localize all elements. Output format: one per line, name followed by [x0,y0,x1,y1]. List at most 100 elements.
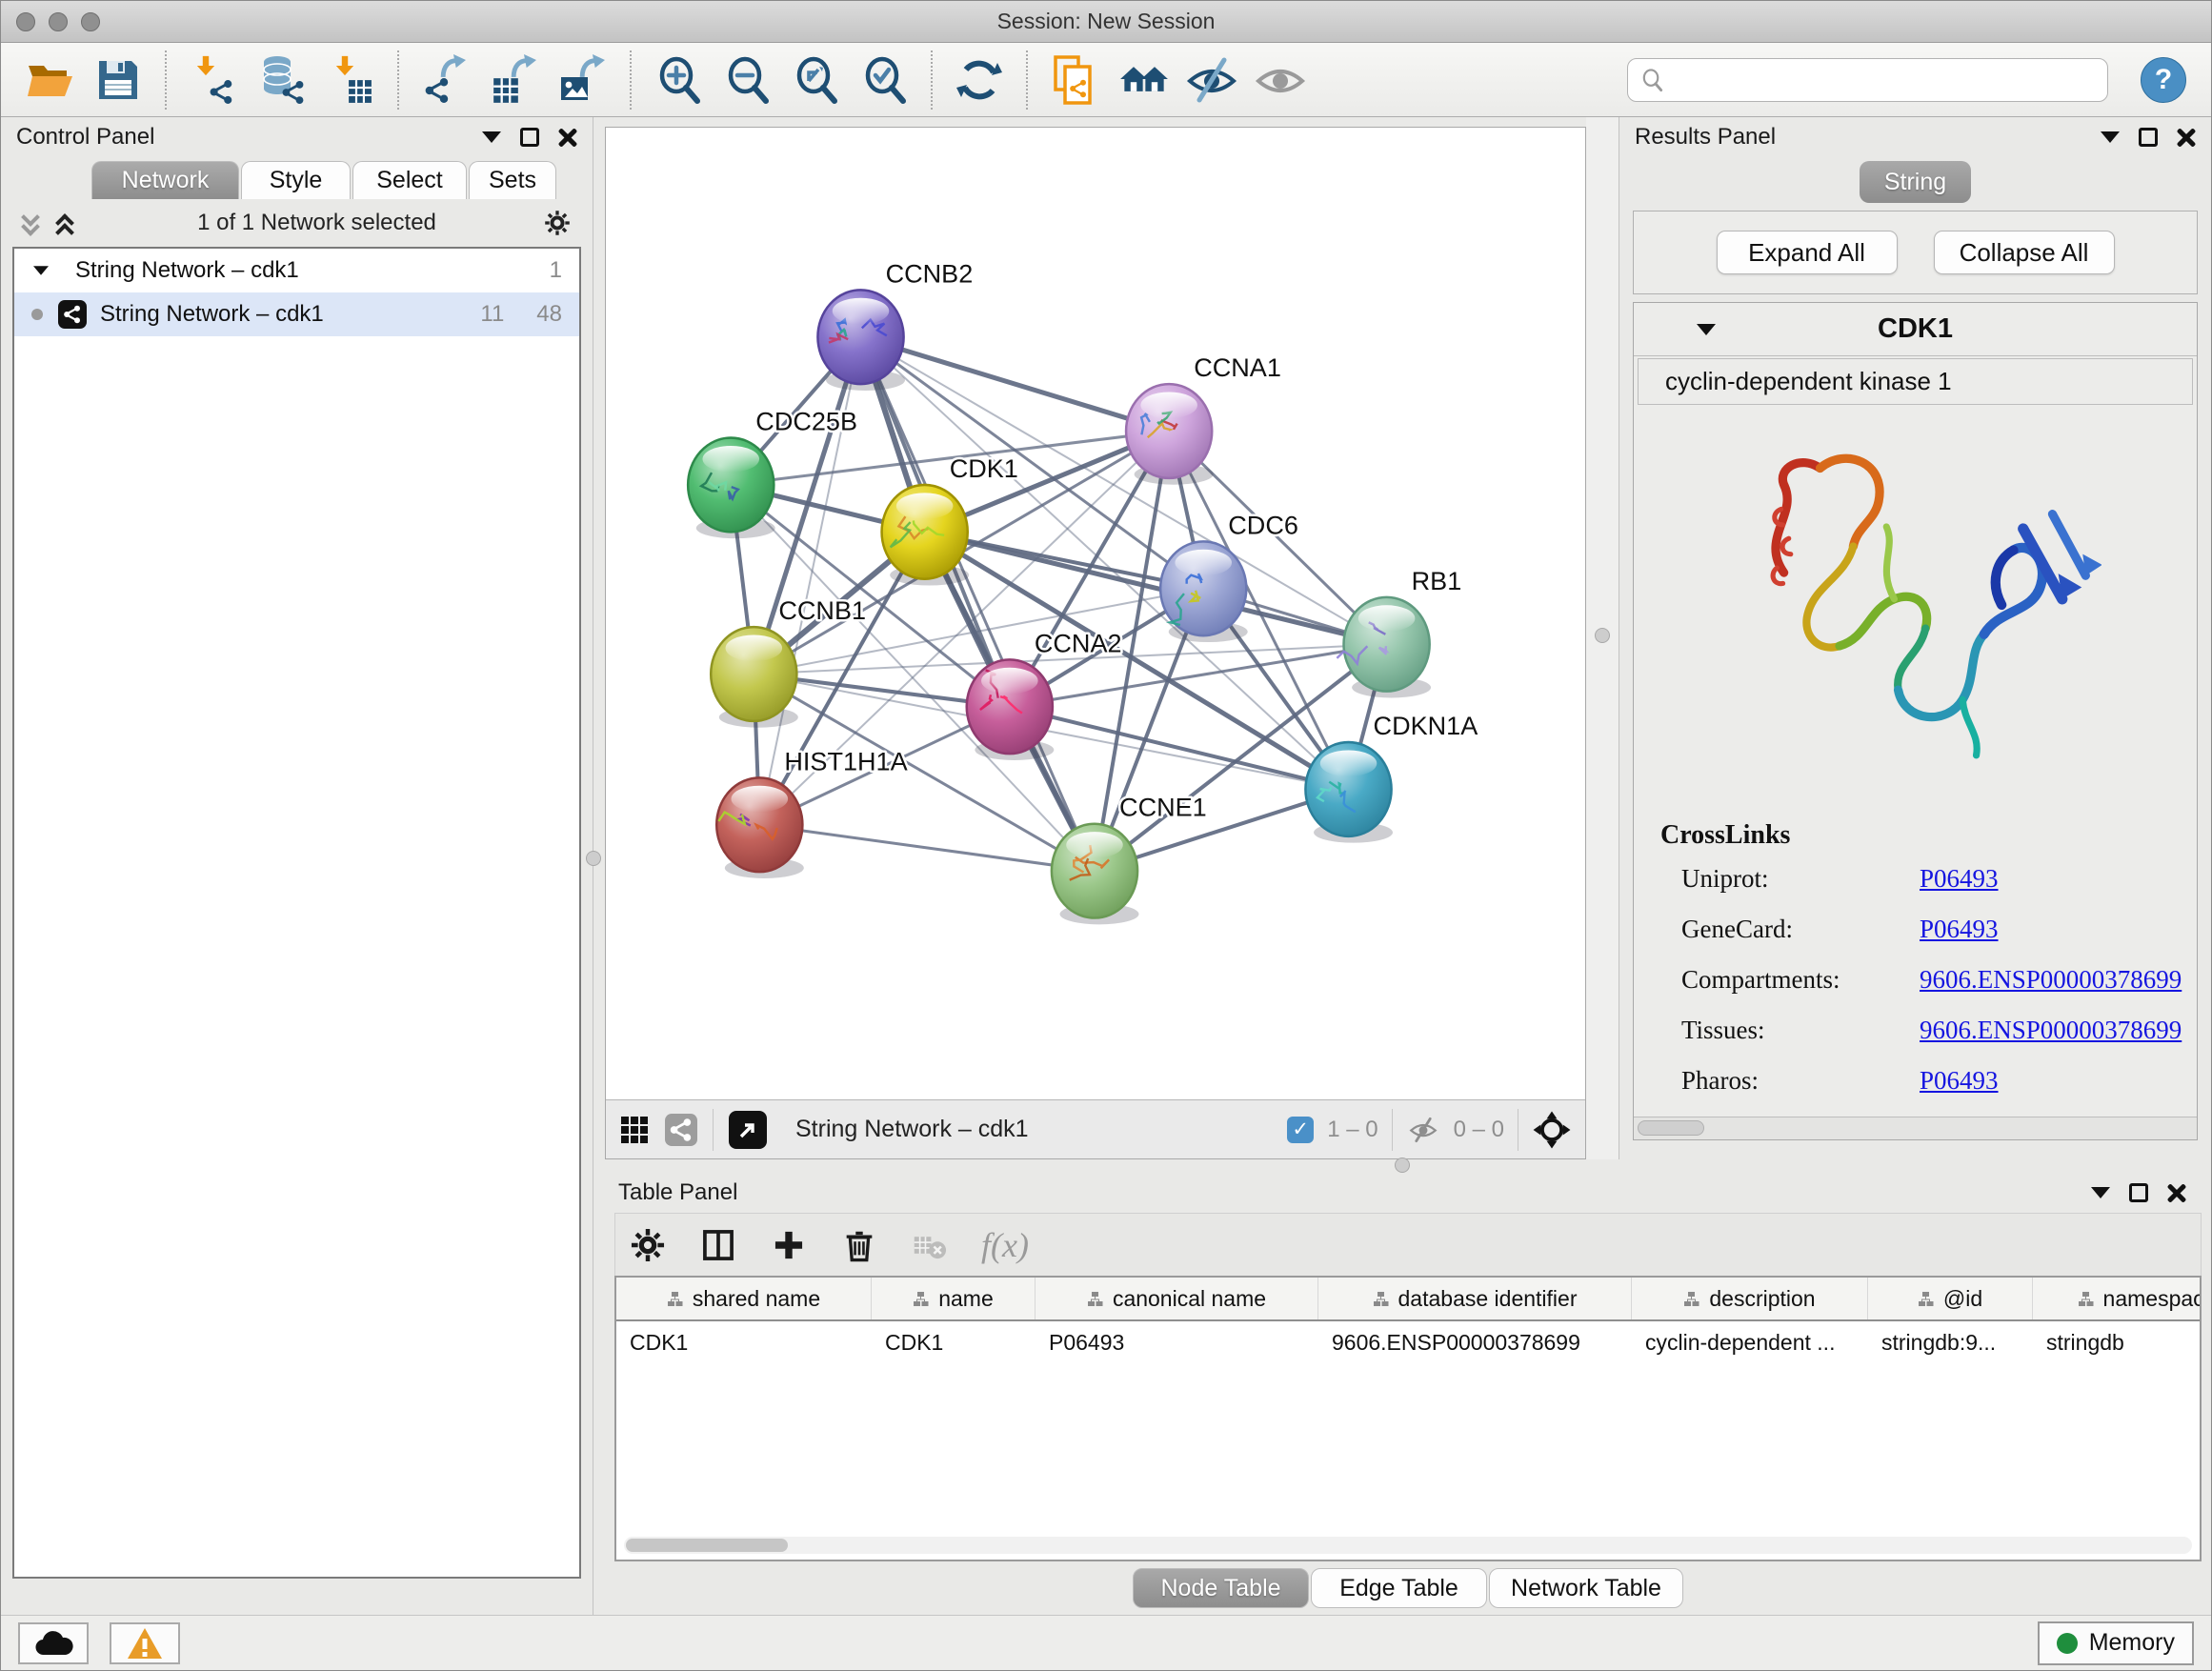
network-edge-CCNB2-CCNA1[interactable] [861,337,1170,432]
selected-nodes-checkbox[interactable]: ✓ [1287,1117,1314,1143]
column-header-namespace[interactable]: namespace [2033,1278,2202,1319]
crosslink-link[interactable]: 9606.ENSP00000378699 [1920,965,2182,995]
expand-all-networks-icon[interactable] [56,212,77,233]
network-node-CDKN1A[interactable] [1305,742,1393,843]
float-panel-icon[interactable] [2129,1183,2148,1202]
network-node-CCNB1[interactable] [711,627,798,728]
right-splitter-handle[interactable] [1595,628,1610,643]
crosslink-link[interactable]: P06493 [1920,864,1999,894]
column-header-name[interactable]: name [872,1278,1036,1319]
create-column-icon[interactable] [770,1226,808,1264]
table-cell[interactable]: CDK1 [616,1330,872,1356]
protein-card-header[interactable]: CDK1 [1634,303,2197,356]
close-panel-icon[interactable] [2177,128,2196,147]
string-home-button[interactable] [1112,50,1175,111]
delete-column-icon[interactable] [840,1226,878,1264]
table-cell[interactable]: cyclin-dependent ... [1632,1330,1868,1356]
network-options-gear-icon[interactable] [543,209,572,237]
network-collection-row[interactable]: String Network – cdk1 1 [14,249,579,292]
search-field[interactable] [1627,58,2108,102]
network-row-selected[interactable]: String Network – cdk1 11 48 [14,292,579,336]
cloud-status-button[interactable] [18,1622,89,1664]
zoom-in-button[interactable] [647,50,710,111]
table-hscrollbar[interactable] [624,1537,2192,1554]
export-image-button[interactable] [552,50,614,111]
expand-all-button[interactable]: Expand All [1717,231,1898,274]
close-panel-icon[interactable] [2167,1183,2186,1202]
export-table-button[interactable] [483,50,546,111]
zoom-selected-button[interactable] [853,50,915,111]
panel-menu-icon[interactable] [482,131,501,143]
panel-menu-icon[interactable] [2091,1187,2110,1198]
grid-view-icon[interactable] [619,1115,650,1145]
collapse-all-networks-icon[interactable] [22,212,43,233]
collapse-all-button[interactable]: Collapse All [1934,231,2115,274]
import-table-file-button[interactable] [319,50,382,111]
column-header-canonical-name[interactable]: canonical name [1036,1278,1318,1319]
table-cell[interactable]: P06493 [1036,1330,1318,1356]
network-canvas[interactable]: CCNB2CCNA1CDC25BCDK1CDC6RB1CCNB1CCNA2CDK… [606,128,1585,1099]
export-network-button[interactable] [414,50,477,111]
column-header-database-identifier[interactable]: database identifier [1318,1278,1632,1319]
string-view-icon[interactable] [665,1114,697,1146]
network-node-CDC25B[interactable] [688,438,775,539]
save-session-button[interactable] [87,50,150,111]
network-node-RB1[interactable] [1337,597,1431,698]
import-network-file-button[interactable] [182,50,245,111]
crosslink-link[interactable]: P06493 [1920,1066,1999,1096]
float-panel-icon[interactable] [2139,128,2158,147]
help-button[interactable]: ? [2141,57,2186,103]
table-cell[interactable]: stringdb [2033,1330,2202,1356]
apply-layout-button[interactable] [948,50,1011,111]
crosslink-link[interactable]: 9606.ENSP00000378699 [1920,1016,2182,1045]
search-input[interactable] [1664,66,2096,94]
network-node-CCNA2[interactable] [967,659,1055,760]
table-row[interactable]: CDK1CDK1P064939606.ENSP00000378699cyclin… [616,1321,2200,1363]
network-edge-CCNB2-CCNE1[interactable] [861,337,1095,871]
tab-node-table[interactable]: Node Table [1133,1568,1309,1608]
protein-expand-icon[interactable] [1697,324,1716,335]
memory-button[interactable]: Memory [2038,1621,2194,1665]
network-node-HIST1H1A[interactable] [716,777,804,878]
results-scrollbar[interactable] [1634,1117,2197,1139]
table-cell[interactable]: CDK1 [872,1330,1036,1356]
table-cell[interactable]: 9606.ENSP00000378699 [1318,1330,1632,1356]
horizontal-splitter[interactable] [593,1159,2211,1173]
tab-select[interactable]: Select [352,161,467,199]
tab-edge-table[interactable]: Edge Table [1311,1568,1487,1608]
crosslink-link[interactable]: P06493 [1920,915,1999,944]
column-header--id[interactable]: @id [1868,1278,2033,1319]
string-import-button[interactable] [1043,50,1106,111]
network-node-CDK1[interactable] [882,485,970,586]
close-panel-icon[interactable] [558,128,577,147]
panel-menu-icon[interactable] [2101,131,2120,143]
table-options-gear-icon[interactable] [629,1226,667,1264]
network-edge-HIST1H1A-CCNE1[interactable] [759,825,1095,871]
column-header-shared-name[interactable]: shared name [616,1278,872,1319]
fit-content-button[interactable] [784,50,847,111]
table-cell[interactable]: stringdb:9... [1868,1330,2033,1356]
show-columns-icon[interactable] [699,1226,737,1264]
delete-table-icon[interactable] [911,1226,949,1264]
network-node-CCNA1[interactable] [1126,384,1214,485]
zoom-out-button[interactable] [715,50,778,111]
column-header-description[interactable]: description [1632,1278,1868,1319]
function-builder-icon[interactable]: f(x) [981,1225,1029,1265]
birdseye-navigator-icon[interactable] [1532,1110,1572,1150]
hide-selected-button[interactable] [1180,50,1243,111]
tab-network-table[interactable]: Network Table [1489,1568,1683,1608]
hidden-eye-icon[interactable] [1406,1116,1440,1144]
tab-network[interactable]: Network [91,161,239,199]
network-node-CCNE1[interactable] [1052,824,1139,925]
float-panel-icon[interactable] [520,128,539,147]
vertical-splitter[interactable] [1586,117,1619,1159]
bottom-splitter-handle[interactable] [1395,1158,1410,1173]
tab-sets[interactable]: Sets [469,161,556,199]
tab-string[interactable]: String [1860,161,1971,203]
warnings-button[interactable] [110,1622,180,1664]
show-all-button[interactable] [1249,50,1312,111]
network-node-CCNB2[interactable] [817,290,905,391]
network-node-CDC6[interactable] [1160,541,1248,642]
open-session-button[interactable] [18,50,81,111]
collection-expand-icon[interactable] [33,266,49,275]
